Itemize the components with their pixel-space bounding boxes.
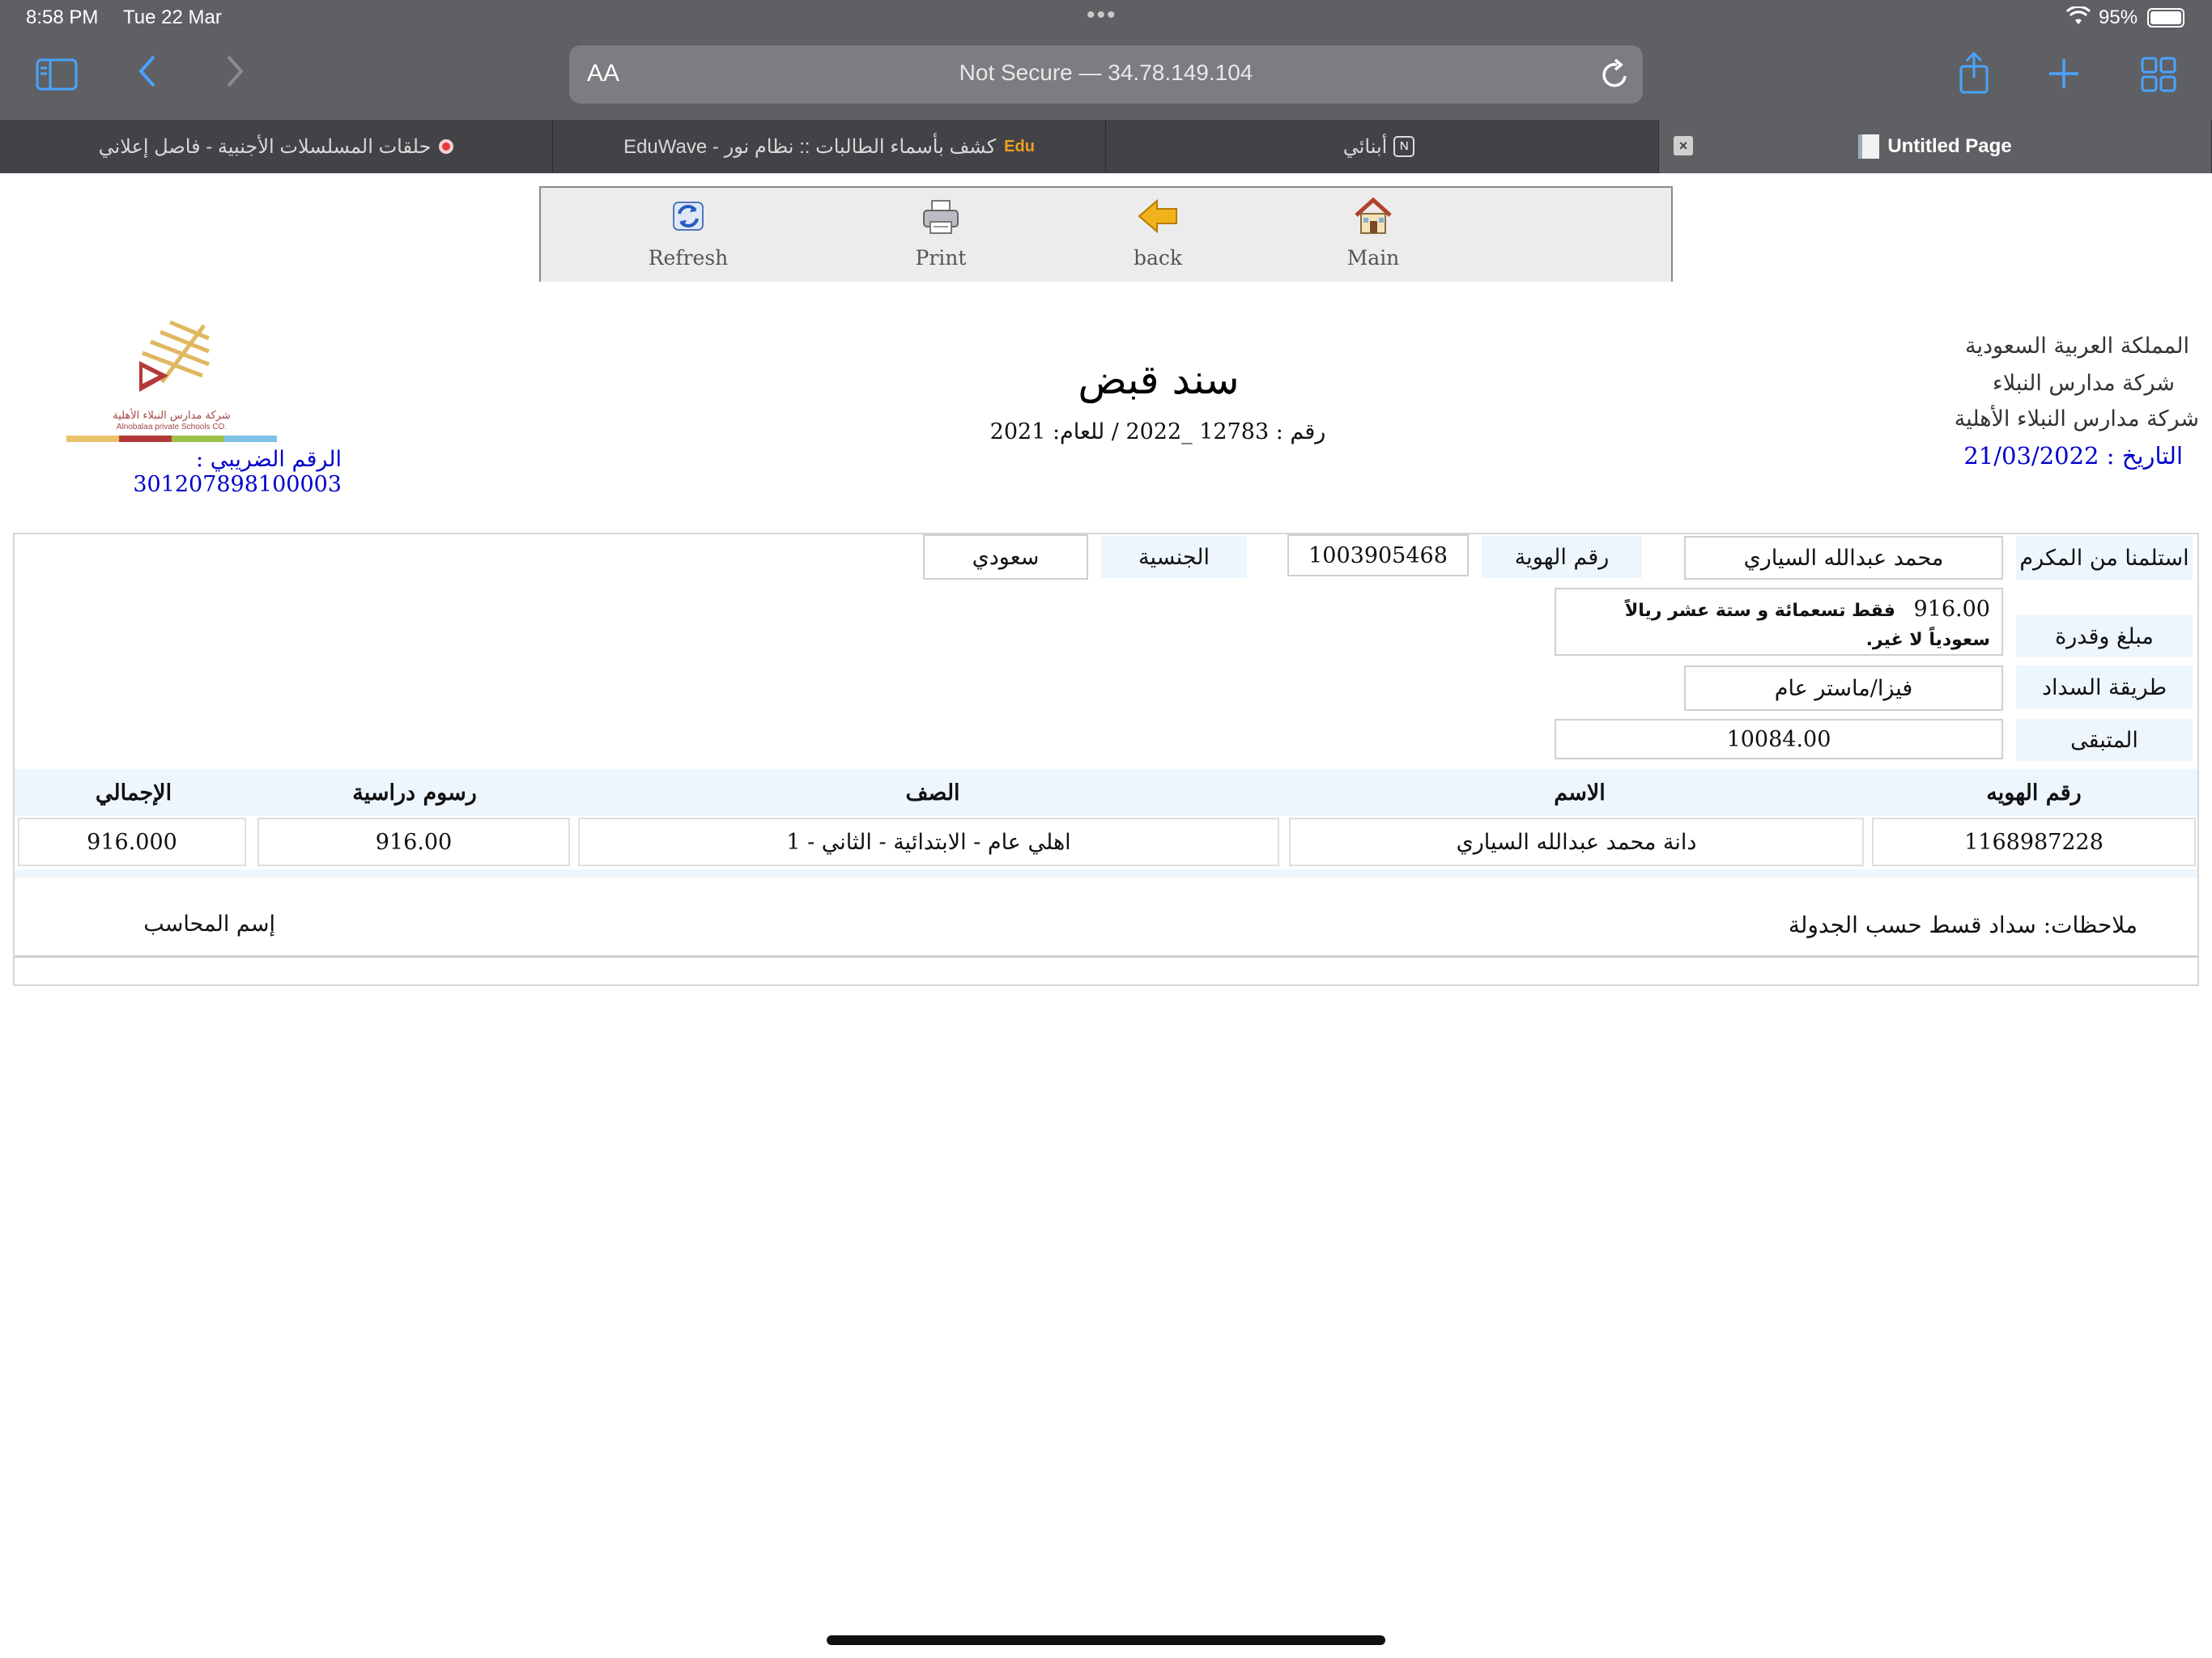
home-icon xyxy=(1308,196,1438,243)
nationality-label: الجنسية xyxy=(1101,536,1247,578)
battery-percent: 95% xyxy=(2099,6,2138,28)
refresh-button[interactable]: Refresh xyxy=(623,196,753,270)
battery-icon xyxy=(2147,8,2184,28)
school-logo: شركة مدارس النبلاء الأهلية Alnobalaa pri… xyxy=(65,314,279,444)
refresh-icon xyxy=(623,196,753,243)
tab-bar: حلقات المسلسلات الأجنبية - فاصل إعلاني ك… xyxy=(0,120,2212,173)
page-favicon-icon xyxy=(1858,134,1880,159)
back-chevron-icon[interactable] xyxy=(136,53,159,96)
table-cell-class: اهلي عام - الابتدائية - الثاني - 1 xyxy=(578,818,1279,866)
tab-label: Untitled Page xyxy=(1887,135,2012,157)
back-button[interactable]: back xyxy=(1093,196,1223,270)
table-cell-id: 1168987228 xyxy=(1872,818,2196,866)
logo-arabic-text: شركة مدارس النبلاء الأهلية xyxy=(113,410,231,422)
main-button[interactable]: Main xyxy=(1308,196,1438,270)
back-label: back xyxy=(1133,246,1183,270)
logo-color-bar xyxy=(66,436,277,442)
payment-method-label: طريقة السداد xyxy=(2016,665,2193,709)
tax-number: الرقم الضريبي : 301207898100003 xyxy=(133,447,342,497)
eduwave-favicon-icon: Edu xyxy=(1004,137,1035,155)
tab-label: أبنائي xyxy=(1342,135,1388,158)
print-button[interactable]: Print xyxy=(876,196,1006,270)
wifi-icon xyxy=(2065,5,2091,32)
status-date: Tue 22 Mar xyxy=(123,6,222,28)
table-header-id: رقم الهويه xyxy=(1870,769,2197,816)
company-full-text: شركة مدارس النبلاء الأهلية xyxy=(1954,406,2199,432)
share-icon[interactable] xyxy=(1958,51,1990,97)
refresh-label: Refresh xyxy=(648,246,729,270)
status-time: 8:58 PM xyxy=(26,6,99,28)
table-divider xyxy=(15,869,2197,878)
receipt-date: التاريخ : 21/03/2022 xyxy=(1963,442,2183,470)
printer-icon xyxy=(876,196,1006,243)
notes-text: ملاحظات: سداد قسط حسب الجدولة xyxy=(1788,912,2138,938)
payment-method-field: فيزا/ماستر عام xyxy=(1684,665,2003,711)
print-label: Print xyxy=(915,246,967,270)
url-text[interactable]: Not Secure — 34.78.149.104 xyxy=(569,60,1643,86)
n-favicon-icon: N xyxy=(1393,136,1415,157)
table-header-class: الصف xyxy=(576,769,1289,816)
id-field: 1003905468 xyxy=(1287,534,1469,576)
remaining-field: 10084.00 xyxy=(1555,719,2003,759)
tab-label: كشف بأسماء الطالبات :: نظام نور - EduWav… xyxy=(623,135,997,158)
receipt-number: رقم : 12783 _2022 / للعام: 2021 xyxy=(989,419,1326,444)
accountant-label: إسم المحاسب xyxy=(143,912,275,937)
table-header-total: الإجمالي xyxy=(15,769,253,816)
table-cell-name: دانة محمد عبدالله السياري xyxy=(1289,818,1864,866)
sidebar-toggle-icon[interactable] xyxy=(36,58,78,97)
close-tab-icon[interactable]: × xyxy=(1674,136,1693,155)
page-title: سند قبض xyxy=(1078,356,1240,403)
received-from-label: استلمنا من المكرم xyxy=(2016,536,2193,580)
tab-overview-icon[interactable] xyxy=(2141,57,2176,96)
site-favicon-icon xyxy=(439,139,454,154)
table-header-name: الاسم xyxy=(1289,769,1870,816)
report-toolbar: Refresh Print back Main xyxy=(539,186,1673,282)
tab-label: حلقات المسلسلات الأجنبية - فاصل إعلاني xyxy=(98,135,432,158)
table-header-fees: رسوم دراسية xyxy=(253,769,576,816)
back-arrow-icon xyxy=(1093,196,1223,243)
home-indicator[interactable] xyxy=(827,1635,1385,1645)
country-text: المملكة العربية السعودية xyxy=(1964,334,2189,359)
id-label: رقم الهوية xyxy=(1482,536,1642,578)
amount-field: 916.00 فقط تسعمائة و ستة عشر ريالاً سعود… xyxy=(1555,588,2003,656)
tab-series[interactable]: حلقات المسلسلات الأجنبية - فاصل إعلاني xyxy=(0,120,553,173)
reload-icon[interactable] xyxy=(1599,57,1631,96)
tab-eduwave[interactable]: كشف بأسماء الطالبات :: نظام نور - EduWav… xyxy=(553,120,1106,173)
amount-number: 916.00 xyxy=(1913,597,1990,622)
forward-chevron-icon[interactable] xyxy=(223,53,246,96)
main-label: Main xyxy=(1346,246,1400,270)
address-bar[interactable]: AA Not Secure — 34.78.149.104 xyxy=(569,45,1643,104)
multitask-dots-icon[interactable]: ••• xyxy=(1087,2,1117,29)
tab-untitled-page[interactable]: × Untitled Page xyxy=(1659,120,2212,173)
footer-divider xyxy=(15,955,2197,958)
nationality-field: سعودي xyxy=(923,534,1088,580)
amount-label: مبلغ وقدرة xyxy=(2016,615,2193,657)
browser-chrome: 8:58 PM Tue 22 Mar ••• 95% AA Not Secure… xyxy=(0,0,2212,120)
logo-english-text: Alnobalaa private Schools CO. xyxy=(116,423,228,432)
tab-abnaai[interactable]: أبنائي N xyxy=(1106,120,1659,173)
table-cell-total: 916.000 xyxy=(18,818,246,866)
remaining-label: المتبقى xyxy=(2016,719,2193,761)
received-from-field: محمد عبدالله السياري xyxy=(1684,536,2003,580)
new-tab-plus-icon[interactable] xyxy=(2047,57,2081,94)
company-short-text: شركة مدارس النبلاء xyxy=(1993,371,2175,396)
table-cell-fees: 916.00 xyxy=(257,818,570,866)
